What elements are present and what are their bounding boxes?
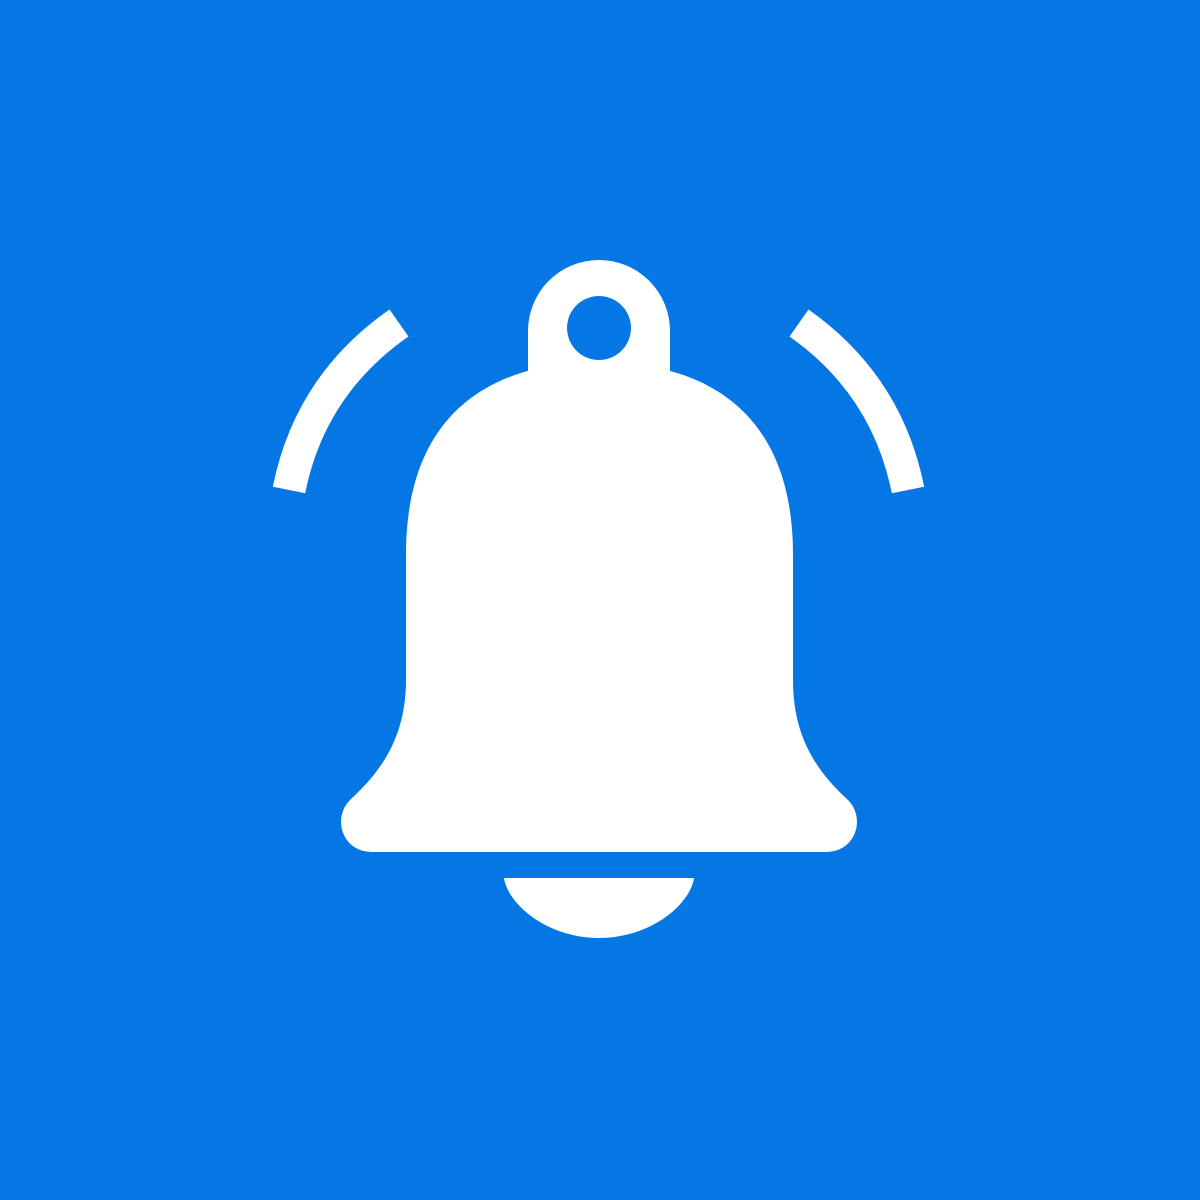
app-icon-tile [0,0,1200,1200]
notification-bell-icon [0,0,1200,1200]
